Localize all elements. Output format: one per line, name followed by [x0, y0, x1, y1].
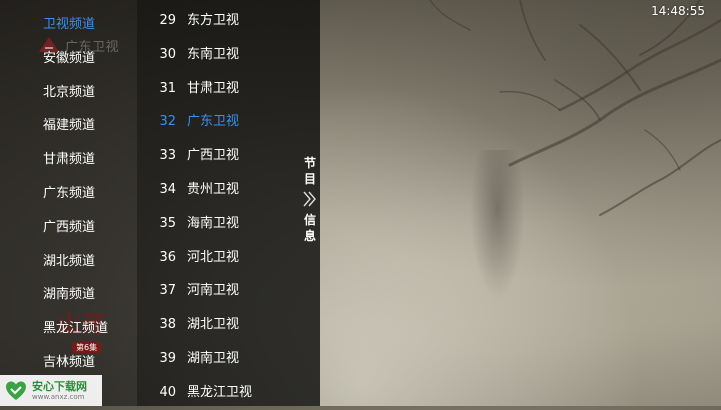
channel-number: 30 — [159, 46, 176, 62]
figure-silhouette — [470, 150, 525, 300]
channel-name: 广西卫视 — [187, 148, 240, 164]
site-watermark: 安心下载网 www.anxz.com — [0, 375, 102, 406]
site-name: 安心下载网 — [32, 379, 87, 393]
channel-number: 36 — [159, 249, 176, 265]
channel-name: 河北卫视 — [187, 249, 240, 265]
channel-number: 32 — [159, 114, 176, 130]
channel-name: 河南卫视 — [187, 283, 240, 299]
channel-number: 33 — [159, 148, 176, 164]
info-tab-char: 目 — [303, 172, 316, 186]
group-item[interactable]: 甘肃频道 — [0, 143, 137, 177]
channel-number: 39 — [159, 350, 176, 366]
channel-name: 黑龙江卫视 — [187, 384, 253, 400]
info-tab-char: 信 — [303, 213, 316, 227]
channel-name: 湖北卫视 — [187, 317, 240, 333]
channel-number: 40 — [159, 384, 176, 400]
program-info-tab[interactable]: 节 目 信 息 — [300, 155, 320, 244]
group-item[interactable]: 北京频道 — [0, 76, 137, 110]
group-item[interactable]: 广东频道 — [0, 177, 137, 211]
clock: 14:48:55 — [651, 4, 705, 18]
group-item[interactable]: 湖北频道 — [0, 245, 137, 279]
site-url: www.anxz.com — [32, 392, 85, 401]
channel-item[interactable]: 40 黑龙江卫视 — [137, 376, 320, 410]
channel-number: 38 — [159, 317, 176, 333]
channel-item[interactable]: 34 贵州卫视 — [137, 173, 320, 207]
channel-item[interactable]: 32 广东卫视 — [137, 105, 320, 139]
double-chevron-right-icon — [303, 191, 316, 207]
channel-name: 海南卫视 — [187, 215, 240, 231]
channel-name: 湖南卫视 — [187, 350, 240, 366]
channel-number: 37 — [159, 283, 176, 299]
heart-shield-icon — [6, 381, 26, 400]
channel-name: 贵州卫视 — [187, 181, 240, 197]
group-list: 卫视频道 安徽频道 北京频道 福建频道 甘肃频道 广东频道 广西频道 湖北频道 … — [0, 8, 137, 380]
channel-item[interactable]: 38 湖北卫视 — [137, 308, 320, 342]
info-tab-char: 息 — [303, 229, 316, 243]
channel-number: 35 — [159, 215, 176, 231]
group-item[interactable]: 安徽频道 — [0, 42, 137, 76]
channel-item[interactable]: 36 河北卫视 — [137, 241, 320, 275]
channel-item[interactable]: 31 甘肃卫视 — [137, 72, 320, 106]
channel-item[interactable]: 37 河南卫视 — [137, 274, 320, 308]
channel-list: 29 东方卫视 30 东南卫视 31 甘肃卫视 32 广东卫视 33 广西卫视 34 贵州卫… — [137, 4, 320, 410]
info-tab-char: 节 — [303, 156, 316, 170]
channel-item[interactable]: 29 东方卫视 — [137, 4, 320, 38]
group-item[interactable]: 湖南频道 — [0, 278, 137, 312]
channel-item[interactable]: 35 海南卫视 — [137, 207, 320, 241]
channel-item[interactable]: 33 广西卫视 — [137, 139, 320, 173]
group-item[interactable]: 卫视频道 — [0, 8, 137, 42]
group-item[interactable]: 黑龙江频道 — [0, 312, 137, 346]
channel-item[interactable]: 39 湖南卫视 — [137, 342, 320, 376]
channel-name: 甘肃卫视 — [187, 80, 240, 96]
group-item[interactable]: 广西频道 — [0, 211, 137, 245]
channel-name: 广东卫视 — [187, 114, 240, 130]
channel-number: 31 — [159, 80, 176, 96]
group-item[interactable]: 福建频道 — [0, 109, 137, 143]
channel-item[interactable]: 30 东南卫视 — [137, 38, 320, 72]
channel-name: 东方卫视 — [187, 13, 240, 28]
channel-number: 34 — [159, 181, 176, 197]
channel-number: 29 — [159, 13, 176, 28]
channel-name: 东南卫视 — [187, 46, 240, 62]
